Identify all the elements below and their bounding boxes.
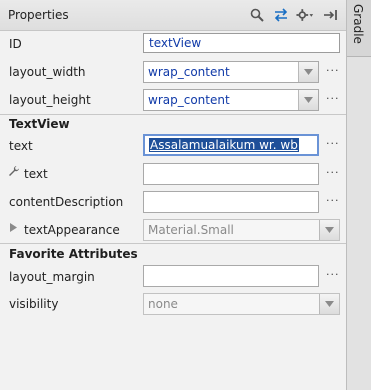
text-field-value: Assalamualaikum wr. wb — [149, 138, 299, 152]
layout-width-value: wrap_content — [148, 65, 230, 79]
pin-to-edge-icon[interactable] — [322, 6, 340, 24]
panel-header: Properties — [0, 0, 346, 31]
chevron-down-icon[interactable] — [298, 62, 318, 82]
section-title-textview: TextView — [9, 117, 70, 131]
panel-title: Properties — [8, 8, 69, 22]
visibility-combo[interactable]: none — [143, 293, 340, 315]
id-label: ID — [9, 37, 22, 51]
section-divider — [0, 243, 346, 244]
visibility-label: visibility — [9, 297, 59, 311]
layout-height-label: layout_height — [9, 93, 91, 107]
chevron-down-icon[interactable] — [319, 220, 339, 240]
chevron-down-icon[interactable] — [319, 294, 339, 314]
content-description-label: contentDescription — [9, 195, 124, 209]
text-appearance-label: textAppearance — [24, 223, 120, 237]
chevron-down-icon[interactable] — [298, 90, 318, 110]
text-label: text — [9, 139, 33, 153]
tools-text-label: text — [24, 167, 48, 181]
layout-width-label: layout_width — [9, 65, 86, 79]
section-title-favorites: Favorite Attributes — [9, 247, 138, 261]
tools-text-more-button[interactable]: ··· — [326, 166, 340, 179]
content-description-field[interactable] — [143, 191, 319, 213]
id-field[interactable]: textView — [143, 33, 340, 53]
right-tool-strip: Gradle — [346, 0, 371, 390]
expand-arrow-icon[interactable] — [7, 220, 19, 234]
layout-margin-more-button[interactable]: ··· — [326, 268, 340, 281]
swap-arrows-icon[interactable] — [272, 6, 290, 24]
properties-panel: Properties ID textView layout_width wrap… — [0, 0, 346, 390]
visibility-value: none — [148, 297, 178, 311]
text-field[interactable]: Assalamualaikum wr. wb — [143, 134, 319, 156]
layout-margin-label: layout_margin — [9, 270, 95, 284]
gear-icon[interactable] — [296, 6, 314, 24]
text-more-button[interactable]: ··· — [326, 137, 340, 150]
content-description-more-button[interactable]: ··· — [326, 194, 340, 207]
layout-width-more-button[interactable]: ··· — [326, 64, 340, 77]
layout-width-combo[interactable]: wrap_content — [143, 61, 319, 83]
section-divider — [0, 114, 346, 115]
layout-height-value: wrap_content — [148, 93, 230, 107]
gradle-tab-label: Gradle — [351, 4, 365, 44]
layout-height-combo[interactable]: wrap_content — [143, 89, 319, 111]
search-icon[interactable] — [248, 6, 266, 24]
text-appearance-combo[interactable]: Material.Small — [143, 219, 340, 241]
tools-text-field[interactable] — [143, 163, 319, 185]
wrench-icon — [7, 164, 21, 178]
text-appearance-value: Material.Small — [148, 223, 234, 237]
layout-margin-field[interactable] — [143, 265, 319, 287]
gradle-tab[interactable]: Gradle — [347, 0, 371, 57]
layout-height-more-button[interactable]: ··· — [326, 92, 340, 105]
